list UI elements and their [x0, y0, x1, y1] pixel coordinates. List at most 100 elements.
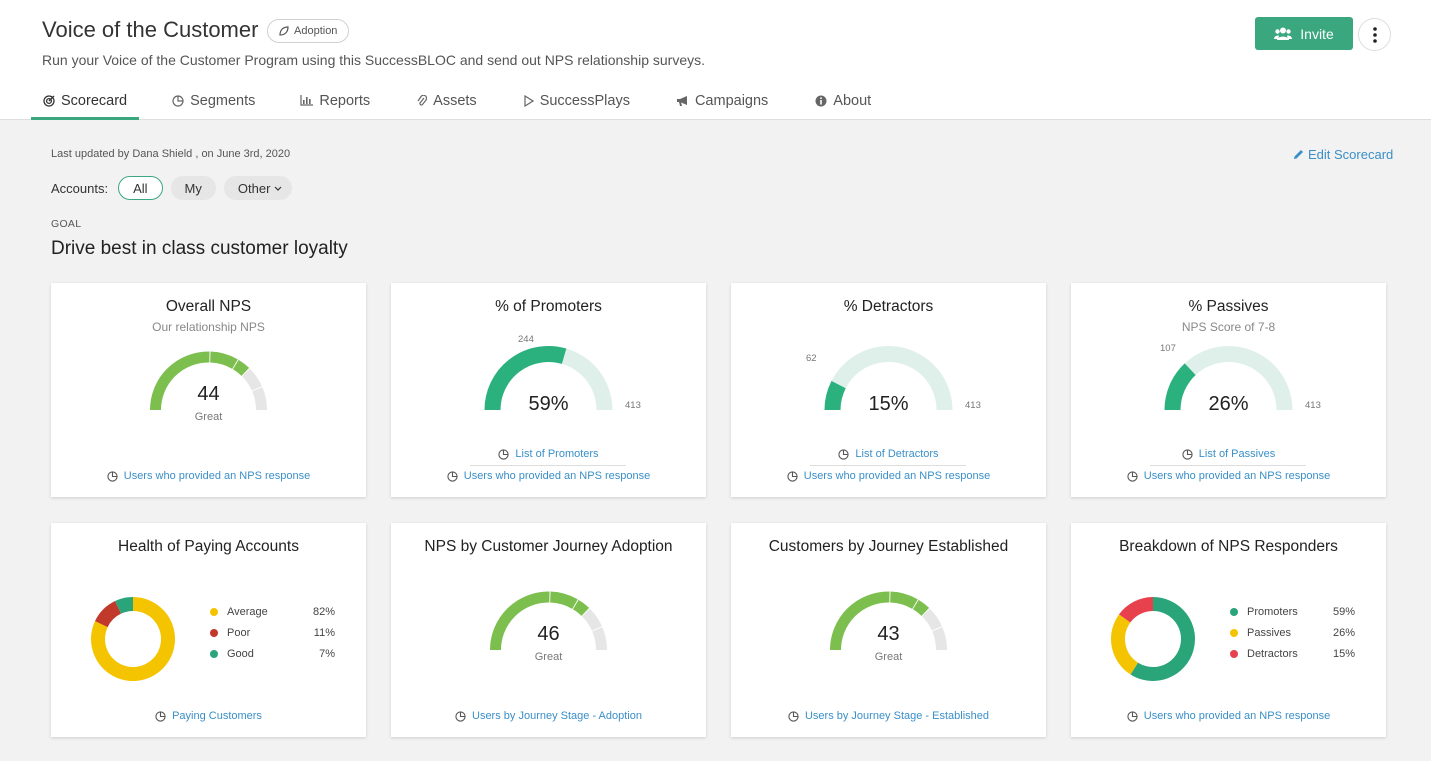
invite-label: Invite — [1300, 25, 1334, 42]
segment-icon — [1127, 470, 1138, 482]
nps-responders-link[interactable]: Users who provided an NPS response — [731, 470, 1046, 482]
list-of-passives-link[interactable]: List of Passives — [1071, 448, 1386, 460]
passives-count: 107 — [1160, 343, 1176, 354]
legend-dot — [210, 607, 218, 616]
filter-all-button[interactable]: All — [118, 176, 163, 200]
passives-percent: 26% — [1208, 393, 1249, 415]
page-subtitle: Run your Voice of the Customer Program u… — [42, 52, 705, 68]
legend-dot — [1230, 628, 1238, 637]
filter-label: All — [133, 180, 148, 196]
journey-established-card: Customers by Journey Established 43 Grea… — [731, 523, 1046, 737]
legend-value: 11% — [313, 626, 335, 639]
journey-established-value: 43 — [877, 623, 900, 645]
nps-responders-link[interactable]: Users who provided an NPS response — [51, 470, 366, 482]
divider — [1150, 465, 1306, 466]
paperclip-icon — [417, 95, 428, 106]
legend-label: Promoters — [1247, 605, 1298, 618]
bar-chart-icon — [300, 95, 314, 106]
detractors-percent: 15% — [868, 393, 909, 415]
invite-button[interactable]: Invite — [1255, 17, 1353, 50]
segment-icon — [455, 710, 466, 722]
nps-responders-link[interactable]: Users who provided an NPS response — [391, 470, 706, 482]
pie-icon — [172, 95, 184, 107]
nps-breakdown-card: Breakdown of NPS Responders Promoters 59%… — [1071, 523, 1386, 737]
leaf-icon — [279, 26, 289, 36]
segment-icon — [107, 470, 118, 482]
journey-established-caption: Great — [874, 651, 903, 663]
gauge-segment — [549, 591, 578, 609]
link-label: List of Passives — [1198, 448, 1276, 460]
link-label: Users by Journey Stage - Established — [804, 710, 990, 722]
nps-responders-link[interactable]: Users who provided an NPS response — [1071, 710, 1386, 722]
goal-title: Drive best in class customer loyalty — [51, 238, 348, 259]
legend-item: Good 7% — [210, 643, 335, 664]
play-icon — [524, 95, 534, 107]
segment-icon — [498, 448, 510, 460]
link-label: Paying Customers — [172, 710, 262, 722]
tab-campaigns[interactable]: Campaigns — [676, 85, 768, 120]
users-icon — [1274, 27, 1293, 40]
nps-value: 44 — [197, 383, 220, 405]
tab-segments[interactable]: Segments — [172, 85, 255, 120]
donut-slice — [1130, 597, 1195, 681]
donut-slice — [94, 601, 122, 628]
accounts-label: Accounts: — [51, 180, 109, 196]
legend-value: 7% — [319, 647, 335, 660]
adoption-tag[interactable]: Adoption — [267, 19, 350, 43]
filter-other-dropdown[interactable]: Other — [223, 176, 293, 200]
gauge-segment — [232, 359, 250, 376]
segment-icon — [1127, 710, 1138, 722]
more-options-button[interactable] — [1358, 18, 1391, 51]
tab-reports[interactable]: Reports — [300, 85, 370, 120]
overall-nps-card: Overall NPS Our relationship NPS 44 Grea… — [51, 283, 366, 497]
gauge-segment — [572, 599, 590, 616]
tab-about[interactable]: About — [815, 85, 871, 120]
legend-dot — [1230, 649, 1238, 658]
info-icon — [815, 95, 827, 107]
legend-value: 59% — [1332, 605, 1355, 618]
journey-adoption-link[interactable]: Users by Journey Stage - Adoption — [391, 710, 706, 722]
paying-customers-link[interactable]: Paying Customers — [51, 710, 366, 722]
list-of-detractors-link[interactable]: List of Detractors — [731, 448, 1046, 460]
legend-dot — [210, 628, 218, 637]
edit-scorecard-label: Edit Scorecard — [1308, 147, 1394, 162]
edit-scorecard-link[interactable]: Edit Scorecard — [1293, 147, 1393, 162]
breakdown-legend: Promoters 59% Passives 26% Detractors 15% — [1230, 601, 1355, 664]
passives-card: % Passives NPS Score of 7-8 107 413 26% … — [1071, 283, 1386, 497]
gauge-segment — [912, 599, 930, 616]
segment-icon — [838, 448, 850, 460]
filter-my-button[interactable]: My — [170, 176, 216, 200]
legend-item: Poor 11% — [210, 622, 335, 643]
list-of-promoters-link[interactable]: List of Promoters — [391, 448, 706, 460]
health-paying-accounts-card: Health of Paying Accounts Average 82% Poo… — [51, 523, 366, 737]
tab-label: Segments — [190, 93, 256, 109]
last-updated-text: Last updated by Dana Shield , on June 3r… — [51, 148, 291, 160]
journey-established-link[interactable]: Users by Journey Stage - Established — [731, 710, 1046, 722]
health-legend: Average 82% Poor 11% Good 7% — [210, 601, 335, 664]
donut-slice — [115, 597, 134, 614]
legend-label: Passives — [1247, 626, 1292, 639]
legend-dot — [210, 649, 218, 658]
megaphone-icon — [676, 96, 687, 106]
link-label: List of Detractors — [855, 448, 939, 460]
segment-icon — [787, 470, 798, 482]
tab-scorecard[interactable]: Scorecard — [31, 85, 140, 120]
tab-label: Campaigns — [694, 93, 769, 109]
nps-responders-link[interactable]: Users who provided an NPS response — [1071, 470, 1386, 482]
detractors-count: 62 — [806, 353, 817, 364]
divider — [810, 465, 966, 466]
accounts-filter: Accounts: All My Other — [51, 176, 293, 200]
legend-item: Average 82% — [210, 601, 335, 622]
legend-item: Detractors 15% — [1230, 643, 1355, 664]
legend-label: Average — [227, 605, 268, 618]
pencil-icon — [1294, 150, 1303, 159]
nps-caption: Great — [194, 411, 223, 423]
link-label: Users who provided an NPS response — [1143, 470, 1331, 482]
promoters-card: % of Promoters 244 413 59% List of Promo… — [391, 283, 706, 497]
tab-assets[interactable]: Assets — [417, 85, 477, 120]
link-label: Users who provided an NPS response — [463, 470, 651, 482]
tab-successplays[interactable]: SuccessPlays — [524, 85, 630, 120]
legend-dot — [1230, 607, 1238, 616]
page-title: Voice of the Customer — [42, 17, 259, 42]
kebab-icon — [1372, 26, 1377, 43]
